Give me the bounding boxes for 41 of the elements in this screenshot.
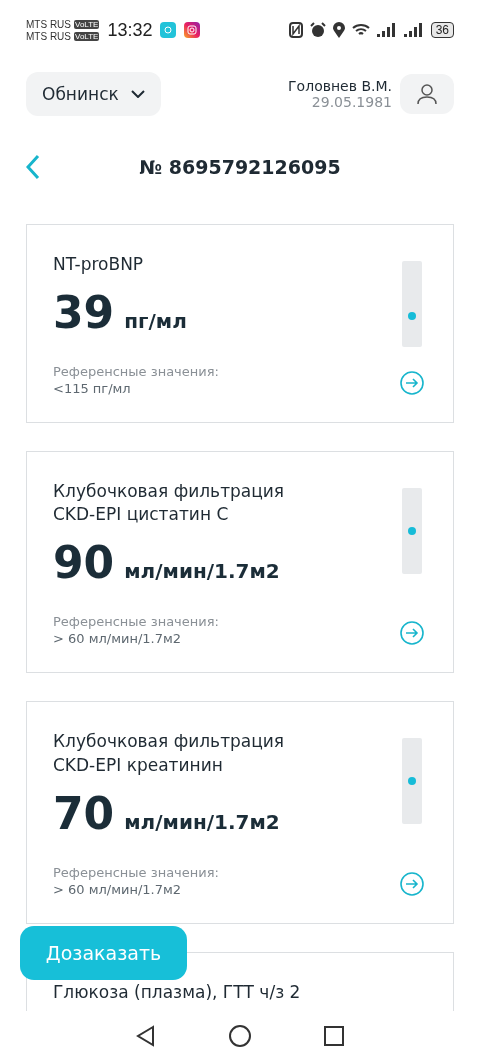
profile-button[interactable] bbox=[400, 74, 454, 114]
volte-badge: VoLTE bbox=[74, 31, 100, 41]
carrier-name: MTS RUS bbox=[26, 30, 71, 42]
wifi-icon bbox=[351, 23, 370, 37]
camera-app-icon bbox=[184, 22, 201, 38]
test-name: Клубочковая фильтрация CKD-EPI креатинин bbox=[53, 730, 286, 777]
reference-value: > 60 мл/мин/1.7м2 bbox=[53, 631, 183, 647]
user-icon bbox=[416, 83, 438, 105]
signal-icon bbox=[403, 23, 424, 37]
arrow-right-icon bbox=[399, 620, 425, 647]
test-name: Глюкоза (плазма), ГТТ ч/з 2 bbox=[53, 980, 302, 1004]
test-name: Клубочковая фильтрация CKD-EPI цистатин С bbox=[53, 479, 286, 527]
patient-name: Головнев В.М. bbox=[288, 78, 392, 94]
chevron-down-icon bbox=[130, 90, 145, 98]
reference-label: Референсные значения: bbox=[53, 614, 220, 632]
reference-label: Референсные значения: bbox=[53, 864, 220, 882]
test-name: NT-proBNP bbox=[53, 253, 145, 276]
reference-label: Референсные значения: bbox=[53, 363, 220, 381]
result-unit: мл/мин/1.7м2 bbox=[124, 809, 280, 834]
nav-recents-button[interactable] bbox=[322, 1024, 346, 1048]
order-number: № 8695792126095 bbox=[138, 156, 342, 178]
clock: 13:32 bbox=[107, 19, 153, 41]
result-value: 39 bbox=[53, 286, 115, 338]
volte-badge: VoLTE bbox=[74, 19, 100, 29]
location-icon bbox=[332, 22, 345, 38]
alarm-icon bbox=[309, 22, 326, 38]
arrow-right-icon bbox=[399, 870, 425, 897]
city-selector[interactable]: Обнинск bbox=[26, 72, 161, 116]
arrow-right-icon bbox=[399, 369, 425, 396]
battery-indicator: 36 bbox=[430, 22, 454, 38]
result-value: 90 bbox=[53, 537, 115, 589]
reference-value: > 60 мл/мин/1.7м2 bbox=[53, 881, 183, 897]
result-value: 70 bbox=[53, 787, 115, 839]
result-unit: пг/мл bbox=[124, 308, 187, 333]
patient-birthdate: 29.05.1981 bbox=[311, 94, 392, 110]
reference-value: <115 пг/мл bbox=[53, 380, 132, 396]
result-unit: мл/мин/1.7м2 bbox=[124, 559, 280, 584]
signal-icon bbox=[376, 23, 397, 37]
carrier-name: MTS RUS bbox=[26, 18, 71, 30]
nav-home-button[interactable] bbox=[228, 1024, 252, 1048]
nfc-icon bbox=[288, 22, 303, 38]
